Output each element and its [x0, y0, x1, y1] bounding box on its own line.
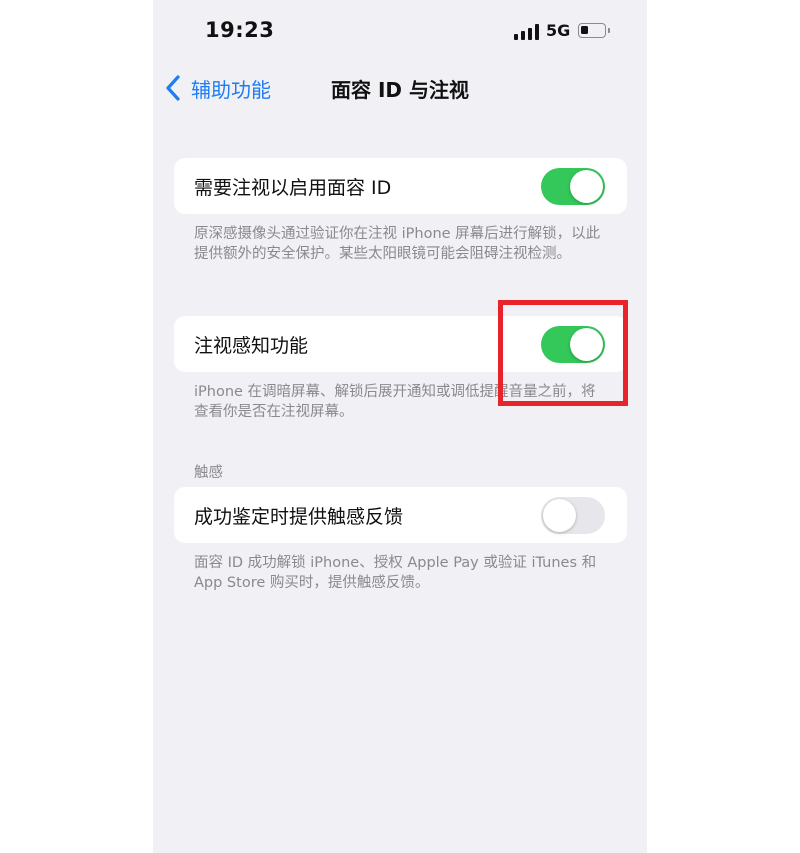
phone-screen: 19:23 5G 面容 ID 与注视 辅助功能 需要注视以启用面容 ID 原深感… — [153, 0, 647, 853]
status-bar: 19:23 5G — [153, 0, 647, 64]
require-attention-toggle[interactable] — [541, 168, 605, 205]
toggle-knob — [570, 328, 603, 361]
chevron-left-icon — [166, 75, 180, 101]
attention-aware-row: 注视感知功能 — [174, 316, 627, 372]
attention-aware-label: 注视感知功能 — [194, 335, 309, 357]
require-attention-row: 需要注视以启用面容 ID — [174, 158, 627, 214]
battery-fill — [581, 26, 588, 34]
require-attention-footnote: 原深感摄像头通过验证你在注视 iPhone 屏幕后进行解锁，以此提供额外的安全保… — [194, 226, 601, 262]
toggle-knob — [543, 499, 576, 532]
cellular-signal-icon — [514, 24, 540, 40]
battery-cap — [608, 28, 610, 33]
toggle-knob — [570, 170, 603, 203]
haptic-feedback-label: 成功鉴定时提供触感反馈 — [194, 506, 404, 528]
haptics-section-header: 触感 — [194, 465, 223, 481]
attention-aware-toggle[interactable] — [541, 326, 605, 363]
back-button-label: 辅助功能 — [191, 77, 271, 102]
network-type: 5G — [546, 21, 571, 40]
attention-aware-footnote: iPhone 在调暗屏幕、解锁后展开通知或调低提醒音量之前，将查看你是否在注视屏… — [194, 384, 596, 420]
status-time: 19:23 — [205, 18, 275, 42]
haptic-feedback-footnote: 面容 ID 成功解锁 iPhone、授权 Apple Pay 或验证 iTune… — [194, 555, 597, 591]
battery-icon — [578, 23, 606, 38]
back-button[interactable]: 辅助功能 — [163, 72, 271, 104]
haptic-feedback-toggle[interactable] — [541, 497, 605, 534]
navigation-bar: 面容 ID 与注视 辅助功能 — [153, 64, 647, 112]
require-attention-label: 需要注视以启用面容 ID — [194, 177, 392, 199]
haptic-feedback-row: 成功鉴定时提供触感反馈 — [174, 487, 627, 543]
